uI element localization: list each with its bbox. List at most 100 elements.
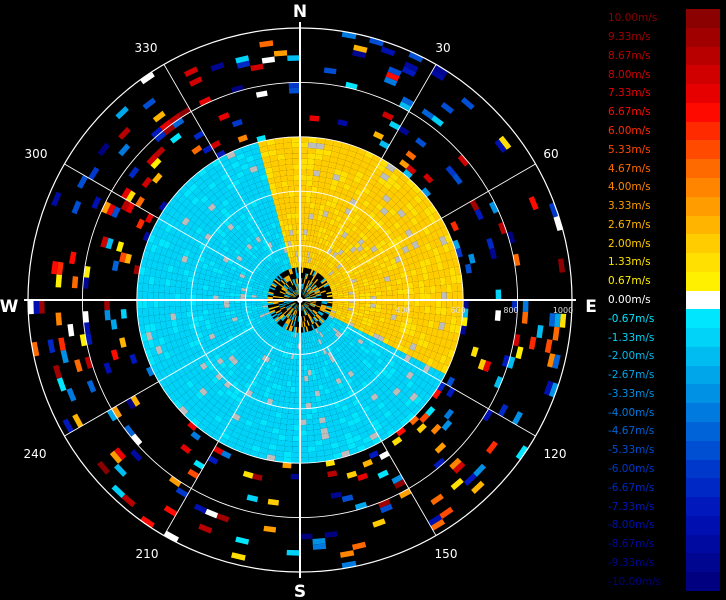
velocity-cell — [283, 142, 292, 149]
velocity-cell — [159, 314, 166, 323]
velocity-cell — [224, 288, 231, 293]
radar-center-marker — [297, 297, 303, 303]
velocity-cell — [285, 429, 294, 436]
velocity-cell — [289, 202, 296, 208]
cardinal-label-e: E — [585, 297, 597, 317]
colorbar-swatch — [686, 328, 720, 348]
colorbar-swatch — [686, 497, 720, 517]
velocity-cell — [300, 164, 308, 170]
velocity-cell — [300, 169, 307, 176]
velocity-cell — [181, 275, 189, 283]
velocity-cell — [402, 288, 409, 295]
velocity-cell — [273, 50, 288, 57]
velocity-cell — [441, 300, 447, 308]
azimuth-label-300: 300 — [25, 147, 48, 161]
velocity-cell — [308, 142, 317, 149]
velocity-cell — [293, 359, 297, 366]
velocity-cell — [191, 305, 198, 312]
velocity-cell — [292, 446, 300, 453]
velocity-cell — [315, 450, 325, 457]
velocity-cell — [308, 451, 317, 458]
velocity-cell — [148, 315, 155, 324]
velocity-cell — [158, 285, 165, 293]
velocity-cell — [142, 300, 148, 309]
colorbar-swatch — [686, 159, 720, 179]
colorbar-label: 10.00m/s — [608, 12, 658, 25]
velocity-cell — [164, 285, 171, 294]
velocity-cell — [164, 292, 170, 300]
velocity-cell — [304, 202, 311, 208]
colorbar-label: 2.00m/s — [608, 237, 651, 250]
velocity-cell — [451, 283, 458, 292]
velocity-cell — [305, 402, 312, 409]
colorbar-label: 5.33m/s — [608, 143, 651, 156]
velocity-cell — [275, 181, 283, 189]
velocity-cell — [413, 306, 420, 313]
velocity-cell — [290, 473, 300, 480]
velocity-cell — [386, 290, 393, 296]
velocity-cell — [306, 429, 315, 436]
colorbar-swatch — [686, 459, 720, 479]
velocity-cell — [292, 229, 297, 236]
velocity-cell — [287, 413, 294, 420]
velocity-cell — [300, 424, 307, 431]
velocity-cell — [104, 310, 111, 321]
velocity-cell — [412, 281, 419, 289]
velocity-cell — [370, 303, 377, 308]
velocity-cell — [278, 164, 287, 171]
velocity-cell — [175, 306, 181, 314]
velocity-cell — [28, 300, 34, 315]
colorbar-label: -7.33m/s — [608, 500, 655, 513]
velocity-cell — [450, 275, 457, 285]
colorbar-swatch — [686, 478, 720, 498]
colorbar-label: -4.00m/s — [608, 406, 655, 419]
velocity-cell — [284, 446, 293, 453]
velocity-cell — [290, 207, 296, 214]
velocity-cell — [164, 300, 170, 308]
velocity-cell — [304, 392, 311, 398]
cardinal-label-n: N — [293, 2, 307, 22]
velocity-cell — [290, 386, 296, 393]
velocity-cell — [446, 292, 453, 300]
velocity-cell — [408, 288, 415, 295]
velocity-cell — [148, 276, 155, 285]
velocity-cell — [291, 142, 300, 148]
velocity-cell — [429, 285, 436, 294]
velocity-cell — [419, 286, 425, 294]
colorbar-swatch — [686, 290, 720, 310]
velocity-cell — [306, 175, 314, 181]
velocity-cell — [284, 391, 291, 398]
velocity-cell — [55, 274, 62, 288]
velocity-cell — [207, 304, 214, 310]
colorbar-label: 3.33m/s — [608, 200, 651, 213]
velocity-cell — [170, 313, 177, 321]
velocity-cell — [452, 291, 458, 300]
velocity-cell — [288, 408, 295, 415]
velocity-cell — [303, 364, 308, 371]
velocity-cell — [364, 303, 371, 308]
velocity-cell — [292, 153, 300, 159]
velocity-cell — [286, 549, 300, 556]
velocity-cell — [434, 277, 441, 286]
colorbar-swatch — [686, 177, 720, 198]
velocity-cell — [153, 284, 160, 293]
velocity-cell — [292, 435, 300, 442]
velocity-cell — [175, 286, 181, 294]
velocity-cell — [375, 304, 382, 309]
velocity-cell — [276, 445, 285, 452]
velocity-cell — [305, 196, 311, 203]
velocity-cell — [354, 293, 360, 298]
range-label-600: 600 — [450, 306, 465, 315]
colorbar-swatch — [686, 403, 720, 423]
velocity-cell — [280, 175, 288, 182]
velocity-cell — [521, 311, 529, 324]
velocity-cell — [309, 202, 316, 209]
velocity-cell — [419, 306, 425, 314]
velocity-cell — [445, 276, 452, 285]
velocity-cell — [300, 430, 308, 436]
velocity-cell — [286, 213, 292, 220]
colorbar-swatch — [686, 384, 720, 404]
velocity-cell — [435, 307, 442, 315]
velocity-cell — [412, 311, 419, 319]
velocity-cell — [292, 441, 300, 447]
